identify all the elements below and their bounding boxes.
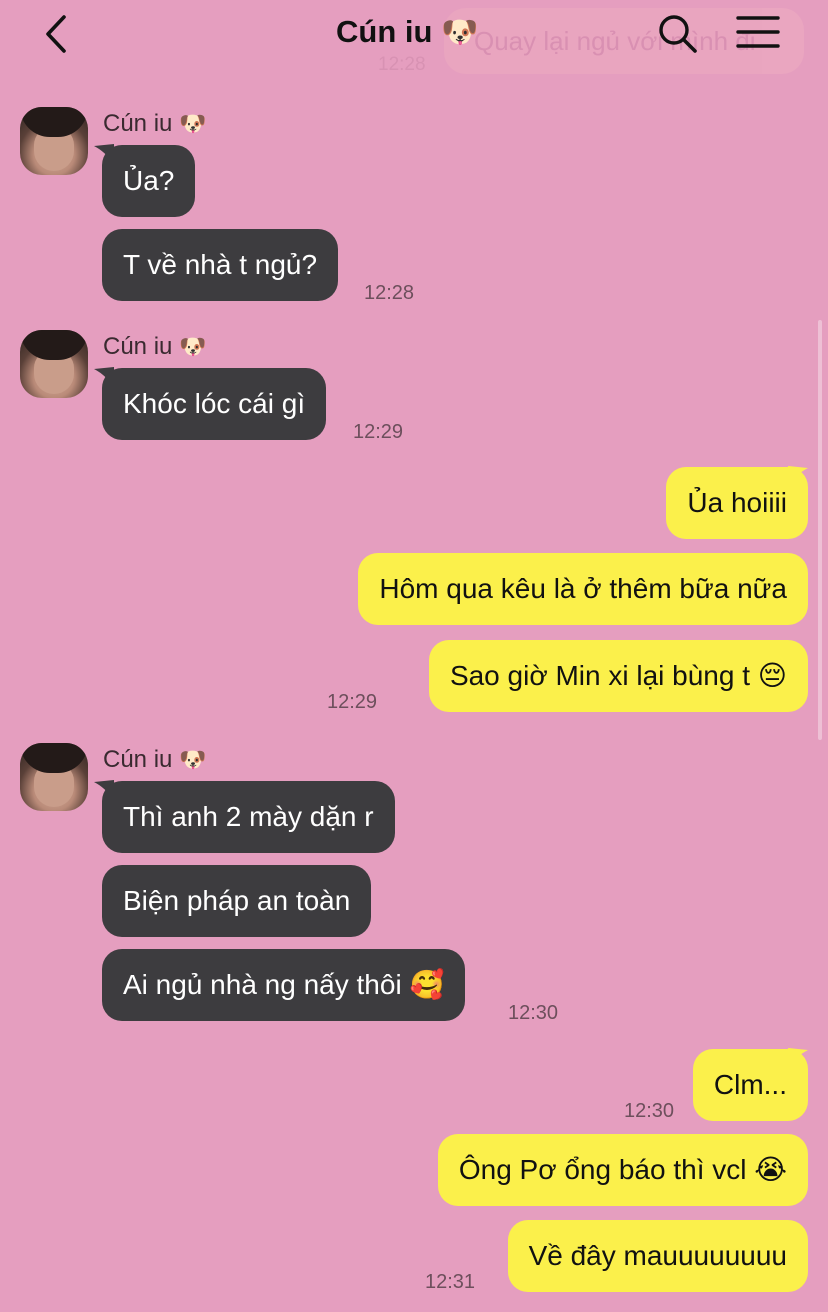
- menu-button[interactable]: [736, 14, 780, 54]
- message-time: 12:29: [353, 421, 404, 443]
- outgoing-message[interactable]: Ủa hoiiii: [666, 467, 808, 539]
- incoming-message-text: Ai ngủ nhà ng nấy thôi: [123, 969, 402, 1000]
- message-time: 12:30: [508, 1002, 559, 1024]
- chat-title: Cún iu 🐶: [336, 14, 478, 50]
- loudly-crying-face-emoji-icon: 😭: [754, 1153, 787, 1186]
- chevron-left-icon: [46, 15, 66, 53]
- avatar[interactable]: [20, 107, 88, 175]
- message-time: 12:28: [364, 282, 415, 304]
- sender-name-text: Cún iu: [103, 333, 173, 360]
- incoming-message[interactable]: T về nhà t ngủ?: [102, 229, 339, 301]
- avatar-hair: [20, 330, 88, 360]
- outgoing-message[interactable]: Sao giờ Min xi lại bùng t 😔: [428, 640, 808, 712]
- outgoing-message[interactable]: Hôm qua kêu là ở thêm bữa nữa: [358, 553, 808, 625]
- ghost-message-text: Quay lại ngủ với mình đi: [474, 26, 756, 56]
- avatar-hair: [20, 107, 88, 137]
- dog-emoji-icon: 🐶: [179, 335, 207, 360]
- sender-name-text: Cún iu: [103, 110, 173, 137]
- outgoing-message[interactable]: Về đây mauuuuuuuu: [507, 1220, 808, 1292]
- dog-emoji-icon: 🐶: [179, 112, 207, 137]
- message-time: 12:30: [624, 1100, 675, 1122]
- incoming-message[interactable]: Khóc lóc cái gì: [102, 368, 327, 440]
- dog-emoji-icon: 🐶: [441, 15, 479, 50]
- incoming-message[interactable]: Ủa?: [102, 145, 196, 217]
- outgoing-message[interactable]: Clm...: [692, 1049, 808, 1121]
- scrollbar[interactable]: [818, 320, 822, 740]
- avatar-hair: [20, 743, 88, 773]
- search-button[interactable]: [656, 12, 700, 56]
- ghost-message-time: 12:28: [378, 54, 426, 75]
- dog-emoji-icon: 🐶: [179, 748, 207, 773]
- incoming-message[interactable]: Biện pháp an toàn: [102, 865, 372, 937]
- search-icon: [659, 15, 697, 53]
- avatar[interactable]: [20, 330, 88, 398]
- sender-name: Cún iu 🐶: [103, 110, 206, 138]
- back-button[interactable]: [36, 12, 76, 56]
- incoming-message[interactable]: Ai ngủ nhà ng nấy thôi 🥰: [102, 949, 466, 1021]
- message-time: 12:31: [425, 1271, 476, 1293]
- smiling-face-with-hearts-emoji-icon: 🥰: [409, 968, 445, 1001]
- sender-name: Cún iu 🐶: [103, 333, 206, 361]
- avatar[interactable]: [20, 743, 88, 811]
- incoming-message[interactable]: Thì anh 2 mày dặn r: [102, 781, 395, 853]
- sender-name: Cún iu 🐶: [103, 746, 206, 774]
- pensive-face-emoji-icon: 😔: [757, 659, 787, 692]
- hamburger-menu-icon: [736, 16, 780, 48]
- chat-header: Quay lại ngủ với mình đi 12:28 Cún iu 🐶: [0, 0, 828, 78]
- message-time: 12:29: [327, 691, 378, 713]
- outgoing-message-text: Ông Pơ ổng báo thì vcl: [458, 1154, 747, 1185]
- outgoing-message[interactable]: Ông Pơ ổng báo thì vcl 😭: [437, 1134, 808, 1206]
- sender-name-text: Cún iu: [103, 746, 173, 773]
- outgoing-message-text: Sao giờ Min xi lại bùng t: [449, 660, 751, 691]
- chat-title-text: Cún iu: [336, 14, 433, 49]
